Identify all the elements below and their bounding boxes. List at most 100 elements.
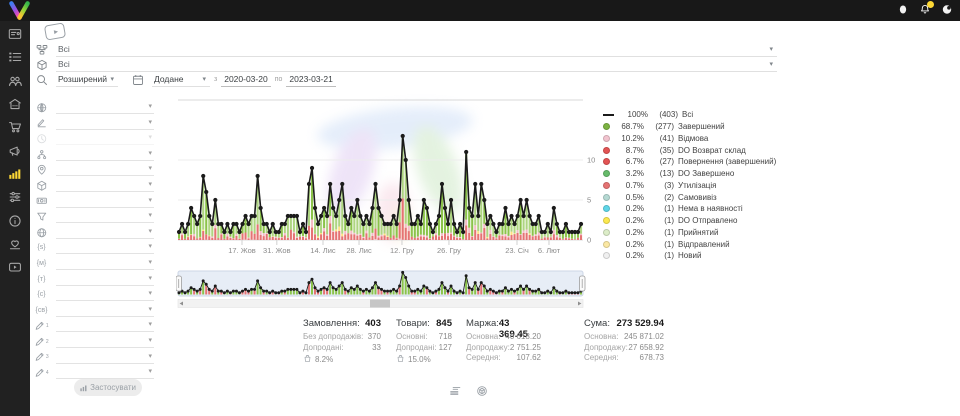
filter-dropdown-10[interactable]: ▾ [56, 257, 154, 270]
search-mode-dropdown[interactable]: Розширений ▾ [56, 73, 118, 87]
date-to-input[interactable]: 2023-03-21 [286, 73, 335, 87]
legend-item[interactable]: 0.2%(1)Прийнятий [603, 227, 776, 239]
stat-sub-value: 2 751.25 [510, 343, 541, 353]
chart-bars-icon [80, 384, 87, 392]
chevron-down-icon: ▾ [148, 211, 152, 219]
stat-sub-value: 370 [368, 332, 381, 342]
chart-brush[interactable] [176, 268, 606, 312]
legend-item[interactable]: 100%(403)Всі [603, 109, 776, 121]
sidebar-item-orders-list[interactable] [0, 48, 30, 71]
orders-chart[interactable]: 051017. Жов31. Жов14. Лис28. Лис12. Гру2… [176, 96, 606, 260]
legend-item[interactable]: 6.7%(27)Повернення (завершений) [603, 156, 776, 168]
filter-dropdown-15[interactable]: ▾ [56, 335, 154, 348]
apply-button[interactable]: Застосувати [74, 379, 142, 396]
legend-item[interactable]: 0.2%(1)Відправлений [603, 238, 776, 250]
integrations-icon [8, 190, 22, 209]
legend-item[interactable]: 0.5%(2)Самовивіз [603, 191, 776, 203]
brush-handle-right[interactable] [580, 276, 586, 291]
legend-label: Самовивіз [678, 193, 717, 202]
legend-percent: 8.7% [614, 146, 644, 155]
legend-item[interactable]: 3.2%(13)DO Завершено [603, 168, 776, 180]
filter-panel-row-13: {св}▾ [34, 303, 154, 317]
filter-dropdown-3[interactable]: ▾ [56, 148, 154, 161]
sidebar-item-cart[interactable] [0, 118, 30, 141]
date-field-dropdown[interactable]: Додане ▾ [152, 73, 210, 87]
scrollbar-thumb[interactable] [370, 300, 390, 308]
stat-sub-label: Допродані: [303, 343, 344, 353]
list-view-icon[interactable] [449, 384, 461, 396]
legend-item[interactable]: 8.7%(35)DO Возврат склад [603, 144, 776, 156]
orders-list-icon [8, 50, 22, 69]
svg-text:26. Гру: 26. Гру [437, 246, 461, 255]
brush-handle-left[interactable] [176, 276, 182, 291]
filter-dropdown-5[interactable]: ▾ [56, 179, 154, 192]
legend-dot-swatch [603, 252, 610, 259]
legend-label: Завершений [678, 122, 725, 131]
notifications-bell-icon[interactable] [919, 3, 931, 16]
legend-item[interactable]: 0.2%(1)Новий [603, 250, 776, 262]
sidebar-item-integrations[interactable] [0, 188, 30, 211]
legend-item[interactable]: 10.2%(41)Відмова [603, 133, 776, 145]
date-from-input[interactable]: 2020-03-20 [221, 73, 270, 87]
legend-item[interactable]: 68.7%(277)Завершений [603, 121, 776, 133]
filter-dropdown-7[interactable]: ▾ [56, 210, 154, 223]
filter-panel-row-6: ▾ [34, 194, 154, 208]
filter-dropdown-2[interactable]: ▾ [56, 132, 154, 145]
sidebar-item-info[interactable] [0, 211, 30, 234]
sidebar-item-dashboard[interactable] [0, 25, 30, 48]
sidebar-item-partners[interactable] [0, 235, 30, 258]
filter-dropdown-9[interactable]: ▾ [56, 241, 154, 254]
legend-dot-swatch [603, 158, 610, 165]
filter-dropdown-13[interactable]: ▾ [56, 304, 154, 317]
category-filter-value: Всі [56, 44, 70, 54]
legend-count: (41) [646, 134, 674, 143]
legend-dot-swatch [603, 170, 610, 177]
filter-dropdown-16[interactable]: ▾ [56, 351, 154, 364]
filter-dropdown-0[interactable]: ▾ [56, 101, 154, 114]
svg-text:14. Лис: 14. Лис [310, 246, 336, 255]
legend-label: Відправлений [678, 240, 730, 249]
stat-sub-label: Допродажу: [466, 343, 510, 353]
filter-dropdown-17[interactable]: ▾ [56, 366, 154, 379]
video-hint-icon[interactable] [44, 22, 66, 40]
stat-sub-label: Допродані: [396, 343, 437, 353]
custom-field-1-icon: 1 [34, 319, 49, 332]
user-avatar-icon[interactable] [897, 3, 909, 16]
legend-percent: 3.2% [614, 169, 644, 178]
filter-dropdown-1[interactable]: ▾ [56, 117, 154, 130]
legend-dot-swatch [603, 205, 610, 212]
payment-icon [34, 195, 49, 208]
glyph-{т}-icon: {т} [34, 273, 49, 286]
legend-line-swatch [603, 114, 614, 116]
profile-icon[interactable] [941, 3, 953, 16]
legend-percent: 0.2% [614, 216, 644, 225]
dashboard-icon [8, 27, 22, 46]
filter-dropdown-6[interactable]: ▾ [56, 195, 154, 208]
legend-count: (1) [646, 251, 674, 260]
package-view-icon[interactable] [476, 384, 488, 396]
sidebar-item-customers[interactable] [0, 72, 30, 95]
filter-dropdown-12[interactable]: ▾ [56, 288, 154, 301]
filter-dropdown-4[interactable]: ▾ [56, 163, 154, 176]
bag-icon [303, 354, 312, 365]
legend-label: Утилізація [678, 181, 716, 190]
legend-item[interactable]: 0.2%(1)Нема в наявності [603, 203, 776, 215]
legend-percent: 0.2% [614, 204, 644, 213]
category-filter-dropdown[interactable]: Всі ▾ [56, 43, 777, 57]
filter-dropdown-14[interactable]: ▾ [56, 319, 154, 332]
sidebar-item-store[interactable] [0, 95, 30, 118]
sidebar-item-analytics[interactable] [0, 165, 30, 188]
stat-title: Замовлення: [303, 318, 360, 331]
svg-text:6. Лют: 6. Лют [538, 246, 561, 255]
legend-item[interactable]: 0.7%(3)Утилізація [603, 180, 776, 192]
stat-sub-label: Основні: [396, 332, 428, 342]
filter-dropdown-8[interactable]: ▾ [56, 226, 154, 239]
filter-dropdown-11[interactable]: ▾ [56, 273, 154, 286]
sidebar-item-megaphone[interactable] [0, 141, 30, 164]
legend-item[interactable]: 0.2%(1)DO Отправлено [603, 215, 776, 227]
filter-panel-row-17: 4▾ [34, 365, 154, 379]
product-filter-dropdown[interactable]: Всі ▾ [56, 58, 777, 72]
chevron-down-icon: ▾ [202, 75, 206, 83]
sidebar-item-video[interactable] [0, 258, 30, 281]
chevron-down-icon: ▾ [148, 227, 152, 235]
